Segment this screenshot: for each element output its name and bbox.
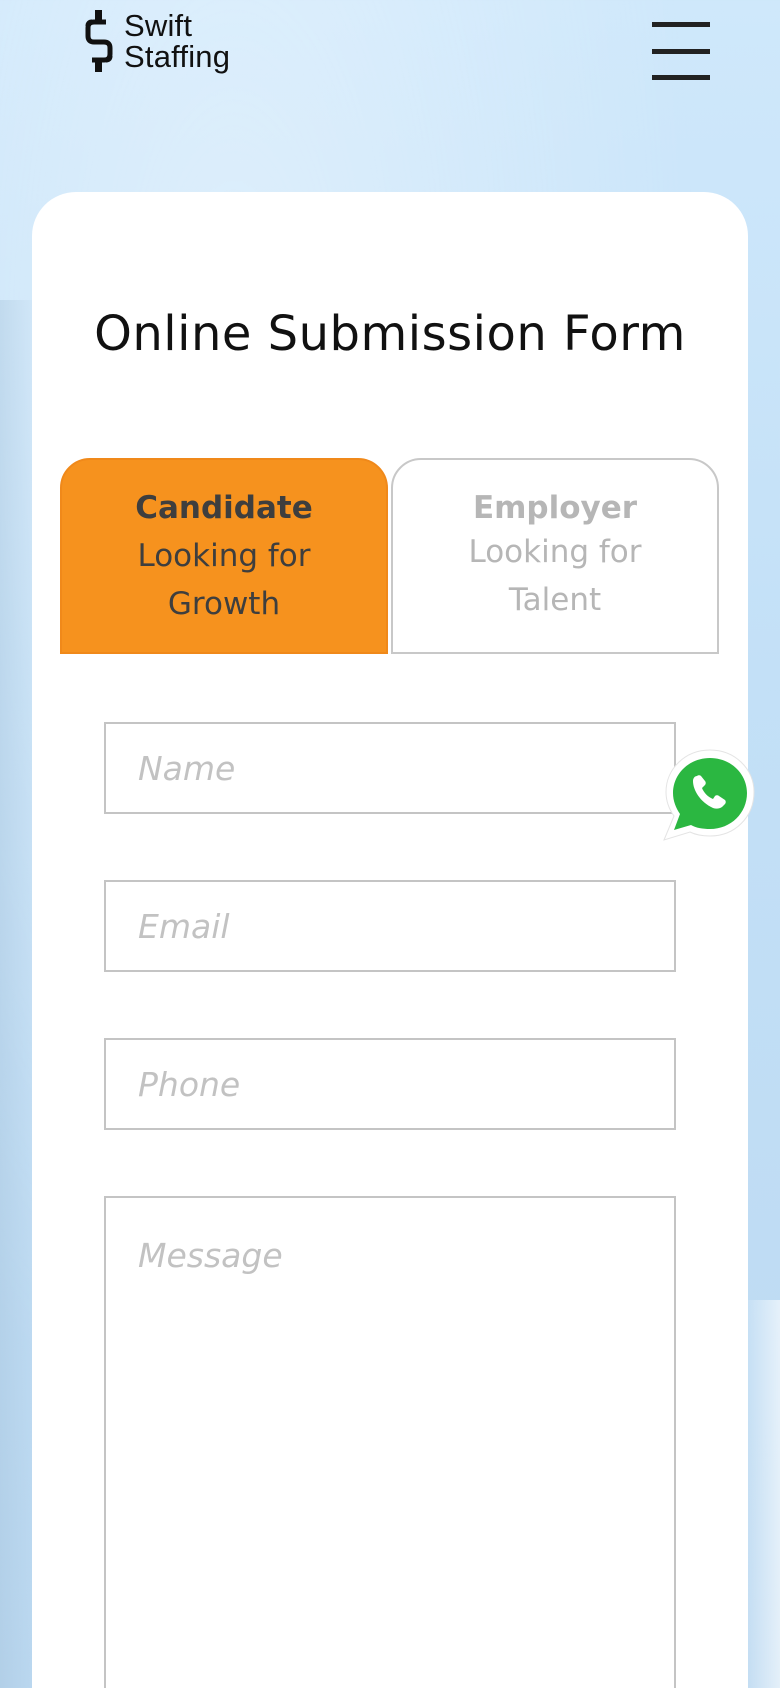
email-input[interactable]: [104, 880, 676, 972]
form-title: Online Submission Form: [94, 306, 686, 362]
logo-line-2: Staffing: [124, 39, 231, 74]
tab-candidate-title: Candidate: [135, 490, 313, 526]
tab-employer-subtitle: Looking for Talent: [468, 534, 642, 618]
tab-candidate-subtitle: Looking for Growth: [137, 538, 311, 622]
menu-bar: [652, 22, 710, 27]
name-input[interactable]: [104, 722, 676, 814]
tab-employer-title: Employer: [472, 490, 638, 526]
phone-input[interactable]: [104, 1038, 676, 1130]
menu-bar: [652, 75, 710, 80]
message-textarea[interactable]: [104, 1196, 676, 1688]
tab-candidate[interactable]: Candidate Looking for Growth: [60, 458, 388, 654]
tab-employer[interactable]: Employer Looking for Talent: [391, 458, 719, 654]
logo-line-1: Swift: [124, 8, 193, 43]
hamburger-menu-icon[interactable]: [652, 22, 710, 80]
logo-text: Swift Staffing: [124, 10, 230, 72]
whatsapp-icon: [663, 749, 755, 841]
menu-bar: [652, 48, 710, 54]
logo-mark-icon: [85, 10, 113, 72]
logo[interactable]: Swift Staffing: [84, 10, 230, 72]
whatsapp-button[interactable]: [660, 748, 760, 844]
